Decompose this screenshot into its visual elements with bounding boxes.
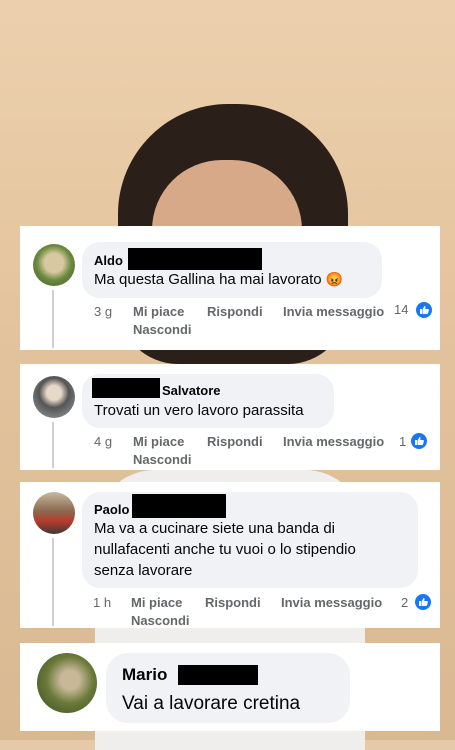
hide-link[interactable]: Nascondi xyxy=(133,452,192,467)
reply-link[interactable]: Rispondi xyxy=(205,595,261,610)
avatar[interactable] xyxy=(33,244,75,286)
commenter-name[interactable]: Paolo xyxy=(94,502,129,517)
redaction-bar xyxy=(178,665,258,685)
comment-actions: 4 g Mi piace Rispondi Invia messaggio Na… xyxy=(20,434,440,470)
comment-card-salvatore: Salvatore Trovati un vero lavoro parassi… xyxy=(20,364,440,470)
send-message-link[interactable]: Invia messaggio xyxy=(283,434,384,449)
commenter-name[interactable]: Aldo xyxy=(94,253,123,268)
hide-link[interactable]: Nascondi xyxy=(133,322,192,337)
avatar[interactable] xyxy=(33,376,75,418)
redaction-bar xyxy=(92,378,160,398)
reply-link[interactable]: Rispondi xyxy=(207,304,263,319)
comment-time[interactable]: 3 g xyxy=(94,304,112,319)
comment-actions: 3 g Mi piace Rispondi Invia messaggio Na… xyxy=(20,302,440,342)
send-message-link[interactable]: Invia messaggio xyxy=(283,304,384,319)
redaction-bar xyxy=(128,248,262,270)
comment-text-content: Ma questa Gallina ha mai lavorato xyxy=(94,271,322,288)
comment-time[interactable]: 1 h xyxy=(93,595,111,610)
comment-text: Vai a lavorare cretina xyxy=(122,693,301,714)
angry-face-emoji: 😡 xyxy=(325,271,344,287)
like-link[interactable]: Mi piace xyxy=(131,595,182,610)
comment-text: Ma va a cucinare siete una banda di null… xyxy=(94,518,414,581)
comment-text-line: nullafacenti anche tu vuoi o lo stipendi… xyxy=(94,541,356,558)
hide-link[interactable]: Nascondi xyxy=(131,613,190,628)
comment-text-line: Ma va a cucinare siete una banda di xyxy=(94,520,335,537)
redaction-bar xyxy=(132,494,226,518)
comment-time[interactable]: 4 g xyxy=(94,434,112,449)
avatar[interactable] xyxy=(33,492,75,534)
reaction-count: 2 xyxy=(401,595,409,610)
comment-actions: 1 h Mi piace Rispondi Invia messaggio Na… xyxy=(20,595,440,629)
reply-link[interactable]: Rispondi xyxy=(207,434,263,449)
comment-text: Ma questa Gallina ha mai lavorato 😡 xyxy=(94,269,343,290)
like-link[interactable]: Mi piace xyxy=(133,304,184,319)
like-thumb-icon[interactable] xyxy=(415,594,431,610)
commenter-name[interactable]: Salvatore xyxy=(162,383,221,398)
reaction-count: 1 xyxy=(399,434,407,449)
comment-card-mario: Mario Vai a lavorare cretina xyxy=(20,643,440,731)
reaction-count: 14 xyxy=(394,302,409,317)
send-message-link[interactable]: Invia messaggio xyxy=(281,595,382,610)
comment-card-aldo: Aldo Ma questa Gallina ha mai lavorato 😡… xyxy=(20,226,440,350)
like-thumb-icon[interactable] xyxy=(411,433,427,449)
avatar[interactable] xyxy=(37,653,97,713)
comment-text: Trovati un vero lavoro parassita xyxy=(94,402,304,419)
like-thumb-icon[interactable] xyxy=(416,302,432,318)
comment-card-paolo: Paolo Ma va a cucinare siete una banda d… xyxy=(20,482,440,628)
commenter-name[interactable]: Mario xyxy=(122,665,167,685)
comment-text-line: senza lavorare xyxy=(94,562,193,579)
like-link[interactable]: Mi piace xyxy=(133,434,184,449)
